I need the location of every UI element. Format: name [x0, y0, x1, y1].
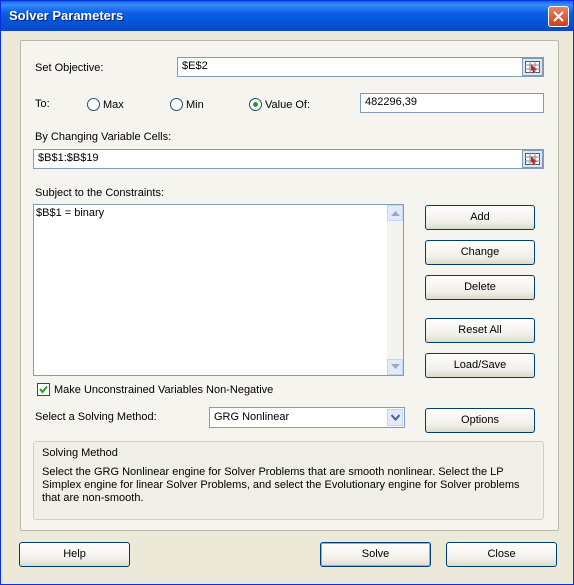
- min-label: Min: [186, 99, 204, 111]
- min-radio[interactable]: [170, 98, 183, 111]
- value-of-radio[interactable]: [249, 98, 262, 111]
- solving-method-label: Select a Solving Method:: [35, 411, 157, 423]
- close-window-button[interactable]: [548, 6, 569, 27]
- constraints-scrollbar[interactable]: [387, 205, 403, 375]
- non-negative-checkbox[interactable]: [37, 383, 50, 396]
- changing-cells-input[interactable]: $B$1:$B$19: [33, 149, 544, 169]
- objective-cell-input[interactable]: $E$2: [177, 57, 544, 77]
- non-negative-label: Make Unconstrained Variables Non-Negativ…: [54, 384, 274, 396]
- scroll-down-button[interactable]: [387, 359, 403, 375]
- set-objective-label: Set Objective:: [35, 62, 104, 74]
- add-button[interactable]: Add: [425, 205, 535, 230]
- solving-method-select[interactable]: GRG Nonlinear: [209, 407, 405, 428]
- max-radio[interactable]: [87, 98, 100, 111]
- window-title: Solver Parameters: [9, 8, 124, 23]
- parameters-panel: Set Objective: $E$2 To: Max Min Value Of…: [20, 40, 559, 531]
- change-button[interactable]: Change: [425, 240, 535, 265]
- scroll-up-icon: [391, 211, 400, 216]
- reset-all-button[interactable]: Reset All: [425, 318, 535, 343]
- close-button[interactable]: Close: [446, 542, 557, 567]
- delete-button[interactable]: Delete: [425, 275, 535, 300]
- changing-cells-label: By Changing Variable Cells:: [35, 131, 172, 143]
- solving-method-description-box: Solving Method Select the GRG Nonlinear …: [33, 441, 544, 520]
- load-save-button[interactable]: Load/Save: [425, 353, 535, 378]
- constraint-item[interactable]: $B$1 = binary: [36, 207, 104, 219]
- range-picker-icon: [525, 61, 540, 73]
- solving-method-value: GRG Nonlinear: [214, 411, 290, 423]
- chevron-down-icon: [391, 414, 400, 421]
- options-button[interactable]: Options: [425, 408, 535, 433]
- solving-method-dropdown-button[interactable]: [387, 409, 403, 426]
- title-bar[interactable]: Solver Parameters: [1, 1, 573, 31]
- changing-cells-range-button[interactable]: [522, 150, 543, 168]
- constraints-label: Subject to the Constraints:: [35, 187, 165, 199]
- scroll-up-button[interactable]: [387, 205, 403, 221]
- range-picker-icon: [525, 153, 540, 165]
- to-label: To:: [35, 98, 50, 110]
- check-icon: [39, 385, 48, 394]
- value-of-input[interactable]: 482296,39: [360, 93, 544, 113]
- objective-range-button[interactable]: [522, 58, 543, 76]
- scroll-down-icon: [391, 364, 400, 369]
- constraints-list[interactable]: $B$1 = binary: [33, 204, 404, 376]
- solve-button[interactable]: Solve: [320, 542, 431, 567]
- solver-parameters-dialog: Solver Parameters Set Objective: $E$2 To…: [0, 0, 574, 585]
- close-icon: [553, 11, 564, 22]
- value-of-label: Value Of:: [265, 99, 311, 111]
- solving-method-description: Select the GRG Nonlinear engine for Solv…: [42, 466, 520, 504]
- max-label: Max: [103, 99, 124, 111]
- help-button[interactable]: Help: [19, 542, 130, 567]
- solving-method-title: Solving Method: [42, 447, 118, 459]
